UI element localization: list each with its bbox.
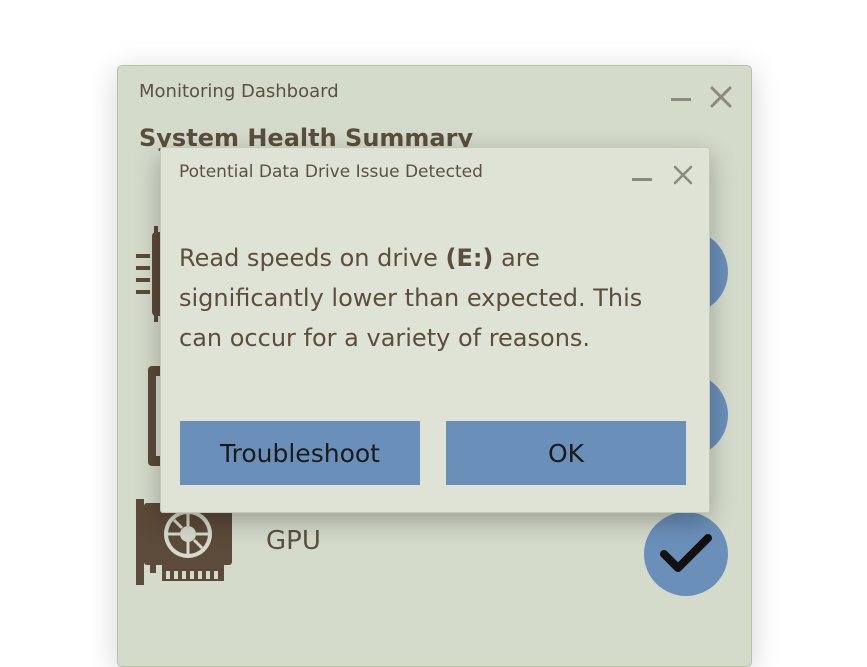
minimize-icon[interactable] (631, 168, 653, 182)
close-icon[interactable] (672, 164, 694, 186)
close-icon[interactable] (709, 85, 733, 109)
drive-issue-dialog: Potential Data Drive Issue Detected Read… (160, 147, 710, 513)
minimize-icon[interactable] (670, 88, 692, 102)
troubleshoot-button[interactable]: Troubleshoot (180, 421, 420, 485)
checkmark-icon (660, 534, 712, 572)
dialog-message: Read speeds on drive (E:) are significan… (179, 238, 689, 358)
drive-letter: (E:) (445, 244, 494, 272)
dialog-title: Potential Data Drive Issue Detected (179, 162, 483, 182)
message-text-before: Read speeds on drive (179, 244, 446, 272)
gpu-status-indicator (644, 512, 728, 596)
ok-button[interactable]: OK (446, 421, 686, 485)
window-title: Monitoring Dashboard (139, 81, 339, 102)
gpu-label: GPU (266, 526, 321, 556)
